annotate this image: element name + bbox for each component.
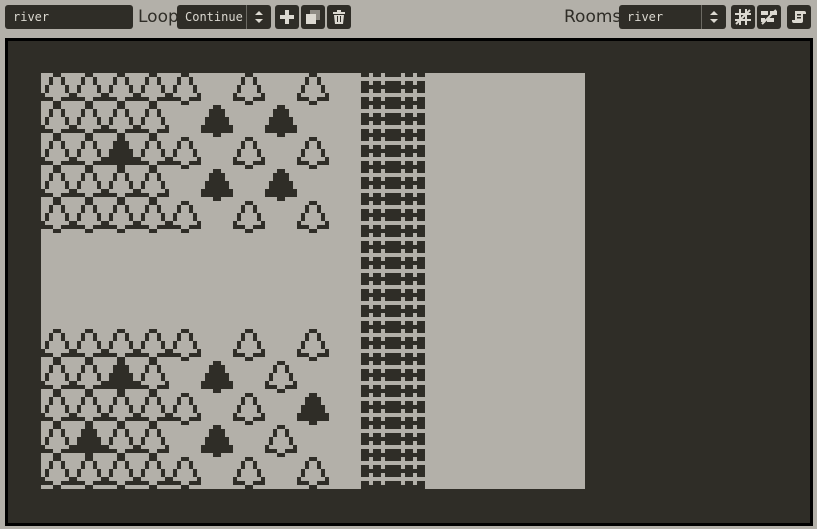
updown-arrows-icon [701,5,726,29]
river-water-tile [361,425,393,457]
duplicate-icon [306,10,320,24]
river-water-tile [361,329,393,361]
trash-icon [333,10,345,24]
river-water-tile [361,393,393,425]
river-water-tile [393,393,425,425]
room-name-input[interactable]: river [5,5,133,29]
loop-select-value: Continue [185,10,243,24]
updown-arrows-icon [246,5,271,29]
river-water-tile [393,201,425,233]
loop-label: Loop [138,7,179,27]
rooms-select-value: river [627,10,664,24]
river-water-tile [393,297,425,329]
duplicate-frame-button[interactable] [301,5,325,29]
river-water-tile [361,169,393,201]
toggle-grid-button[interactable] [731,5,755,29]
river-water-tile [393,425,425,457]
delete-frame-button[interactable] [327,5,351,29]
river-water-tile [393,137,425,169]
river-water-tile [393,233,425,265]
grid-off-icon [735,9,751,25]
rooms-label: Rooms [564,7,622,27]
river-water-tile [361,73,393,105]
river-water-tile [393,361,425,393]
river-water-tile [393,265,425,297]
walls-off-icon [761,9,777,25]
river-water-tile [393,457,425,489]
river-water-tile [393,73,425,105]
rooms-select[interactable]: river [619,5,726,29]
scroll-icon [792,11,806,23]
toggle-walls-button[interactable] [757,5,781,29]
river-water-tile [393,105,425,137]
room-settings-button[interactable] [787,5,811,29]
river-water-tile [361,457,393,489]
loop-select[interactable]: Continue [177,5,271,29]
river-water-tile [361,105,393,137]
plus-icon [280,10,294,24]
add-frame-button[interactable] [275,5,299,29]
river-water-tile [361,233,393,265]
river-water-tile [361,265,393,297]
room-canvas-frame [5,38,813,526]
room-canvas[interactable] [41,73,585,489]
river-water-tile [361,201,393,233]
river-water-tile [361,361,393,393]
river-water-tile [393,169,425,201]
toolbar: river Loop Continue Rooms river [0,0,817,36]
river-water-tile [393,329,425,361]
river-water-tile [361,297,393,329]
river-water-tile [361,137,393,169]
